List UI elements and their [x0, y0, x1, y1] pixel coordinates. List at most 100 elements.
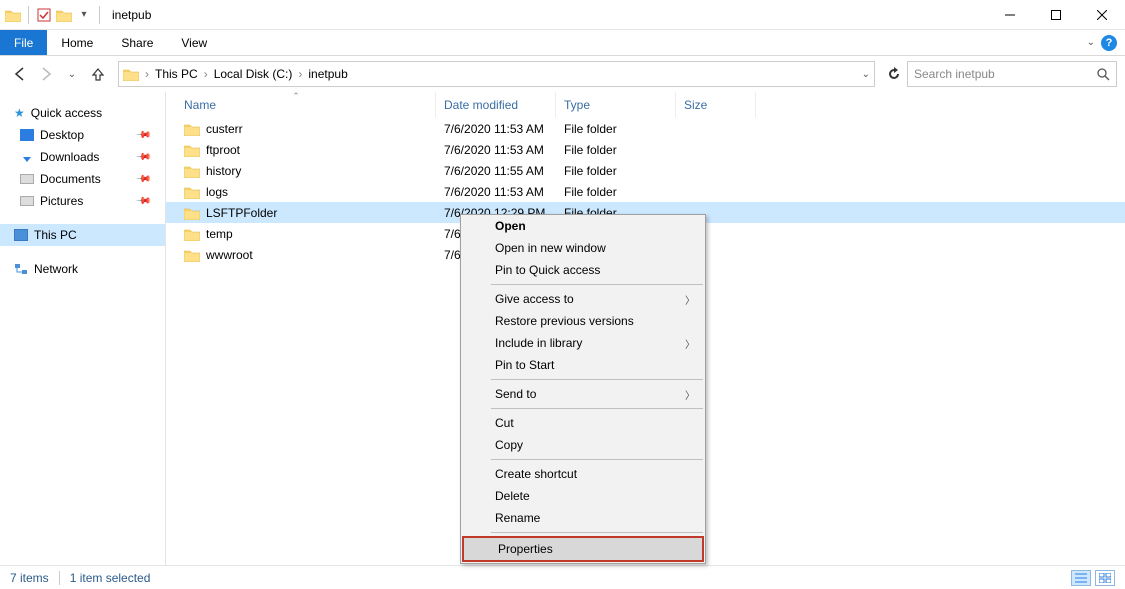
sidebar-this-pc[interactable]: This PC: [0, 224, 165, 246]
view-large-icons-button[interactable]: [1095, 570, 1115, 586]
address-bar[interactable]: › This PC › Local Disk (C:) › inetpub ⌄: [118, 61, 875, 87]
status-selection: 1 item selected: [70, 571, 151, 585]
file-name: custerr: [206, 122, 243, 136]
pin-icon: 📌: [134, 193, 151, 210]
ctx-open[interactable]: Open: [461, 215, 705, 237]
sidebar-item-label: Network: [34, 262, 78, 276]
ctx-open-new-window[interactable]: Open in new window: [461, 237, 705, 259]
chevron-right-icon[interactable]: ›: [143, 67, 151, 81]
ctx-create-shortcut[interactable]: Create shortcut: [461, 463, 705, 485]
chevron-right-icon: 〉: [685, 387, 695, 402]
nav-back-button[interactable]: [8, 62, 32, 86]
ctx-include-library[interactable]: Include in library〉: [461, 332, 705, 354]
chevron-right-icon[interactable]: ›: [202, 67, 210, 81]
help-icon[interactable]: ?: [1101, 35, 1117, 51]
desktop-icon: [20, 129, 34, 141]
ribbon: File Home Share View ⌄ ?: [0, 30, 1125, 56]
folder-icon: [123, 67, 139, 81]
close-button[interactable]: [1079, 0, 1125, 30]
sidebar-item-label: Pictures: [40, 194, 83, 208]
ctx-separator: [491, 532, 703, 533]
address-history-icon[interactable]: ⌄: [862, 69, 870, 80]
nav-recent-button[interactable]: ⌄: [60, 62, 84, 86]
sidebar-item-documents[interactable]: Documents 📌: [0, 168, 165, 190]
table-row[interactable]: logs 7/6/2020 11:53 AMFile folder: [166, 181, 1125, 202]
sidebar-item-desktop[interactable]: Desktop 📌: [0, 124, 165, 146]
pin-icon: 📌: [134, 127, 151, 144]
breadcrumb-inetpub[interactable]: inetpub: [304, 67, 351, 81]
folder-icon: [184, 206, 200, 220]
sidebar-quick-access[interactable]: ★ Quick access: [0, 102, 165, 124]
column-header-name[interactable]: Name: [176, 92, 436, 118]
qa-folder-icon[interactable]: [55, 6, 73, 24]
ctx-delete[interactable]: Delete: [461, 485, 705, 507]
ctx-send-to[interactable]: Send to 〉: [461, 383, 705, 405]
ctx-label: Send to: [495, 387, 536, 401]
refresh-button[interactable]: [883, 62, 905, 86]
breadcrumb-this-pc[interactable]: This PC: [151, 67, 202, 81]
ctx-label: Give access to: [495, 292, 574, 306]
nav-forward-button[interactable]: [34, 62, 58, 86]
ctx-rename[interactable]: Rename: [461, 507, 705, 529]
sidebar-item-label: Downloads: [40, 150, 99, 164]
file-type: File folder: [556, 181, 676, 202]
ctx-give-access[interactable]: Give access to 〉: [461, 288, 705, 310]
file-name: LSFTPFolder: [206, 206, 277, 220]
window-title: inetpub: [112, 8, 151, 22]
pictures-icon: [20, 196, 34, 206]
table-row[interactable]: custerr7/6/2020 11:53 AMFile folder: [166, 118, 1125, 139]
ctx-restore-versions[interactable]: Restore previous versions: [461, 310, 705, 332]
file-date: 7/6/2020 11:55 AM: [436, 160, 556, 181]
context-menu: Open Open in new window Pin to Quick acc…: [460, 214, 706, 564]
file-date: 7/6/2020 11:53 AM: [436, 181, 556, 202]
column-headers: ⌃ Name Date modified Type Size: [166, 92, 1125, 118]
ribbon-expand-icon[interactable]: ⌄: [1087, 37, 1095, 48]
tab-file[interactable]: File: [0, 30, 47, 55]
sidebar-item-label: Desktop: [40, 128, 84, 142]
column-header-size[interactable]: Size: [676, 92, 756, 118]
folder-icon: [184, 122, 200, 136]
ctx-pin-quick-access[interactable]: Pin to Quick access: [461, 259, 705, 281]
minimize-button[interactable]: [987, 0, 1033, 30]
file-type: File folder: [556, 118, 676, 139]
tab-home[interactable]: Home: [47, 30, 107, 55]
ctx-separator: [491, 284, 703, 285]
column-header-type[interactable]: Type: [556, 92, 676, 118]
sidebar-network[interactable]: Network: [0, 258, 165, 280]
search-placeholder: Search inetpub: [914, 67, 1096, 81]
chevron-right-icon: 〉: [685, 292, 695, 307]
title-bar: ▾ inetpub: [0, 0, 1125, 30]
sidebar-item-downloads[interactable]: Downloads 📌: [0, 146, 165, 168]
tab-view[interactable]: View: [167, 30, 221, 55]
table-row[interactable]: ftproot7/6/2020 11:53 AMFile folder: [166, 139, 1125, 160]
column-header-date[interactable]: Date modified: [436, 92, 556, 118]
folder-icon: [4, 6, 22, 24]
pin-icon: 📌: [134, 149, 151, 166]
file-size: [676, 139, 756, 160]
file-name: temp: [206, 227, 233, 241]
folder-icon: [184, 143, 200, 157]
view-details-button[interactable]: [1071, 570, 1091, 586]
downloads-icon: [20, 151, 34, 163]
table-row[interactable]: history7/6/2020 11:55 AMFile folder: [166, 160, 1125, 181]
folder-icon: [184, 248, 200, 262]
breadcrumb-drive-c[interactable]: Local Disk (C:): [210, 67, 297, 81]
ctx-cut[interactable]: Cut: [461, 412, 705, 434]
maximize-button[interactable]: [1033, 0, 1079, 30]
ctx-properties[interactable]: Properties: [464, 538, 702, 560]
search-input[interactable]: Search inetpub: [907, 61, 1117, 87]
nav-up-button[interactable]: [86, 62, 110, 86]
qa-customize-icon[interactable]: ▾: [75, 6, 93, 24]
pin-icon: 📌: [134, 171, 151, 188]
sidebar-item-pictures[interactable]: Pictures 📌: [0, 190, 165, 212]
file-name: ftproot: [206, 143, 240, 157]
file-date: 7/6/2020 11:53 AM: [436, 139, 556, 160]
tab-share[interactable]: Share: [107, 30, 167, 55]
ctx-copy[interactable]: Copy: [461, 434, 705, 456]
folder-icon: [184, 185, 200, 199]
chevron-right-icon[interactable]: ›: [296, 67, 304, 81]
nav-bar: ⌄ › This PC › Local Disk (C:) › inetpub …: [0, 56, 1125, 92]
file-name: logs: [206, 185, 228, 199]
qa-check-icon[interactable]: [35, 6, 53, 24]
ctx-pin-start[interactable]: Pin to Start: [461, 354, 705, 376]
